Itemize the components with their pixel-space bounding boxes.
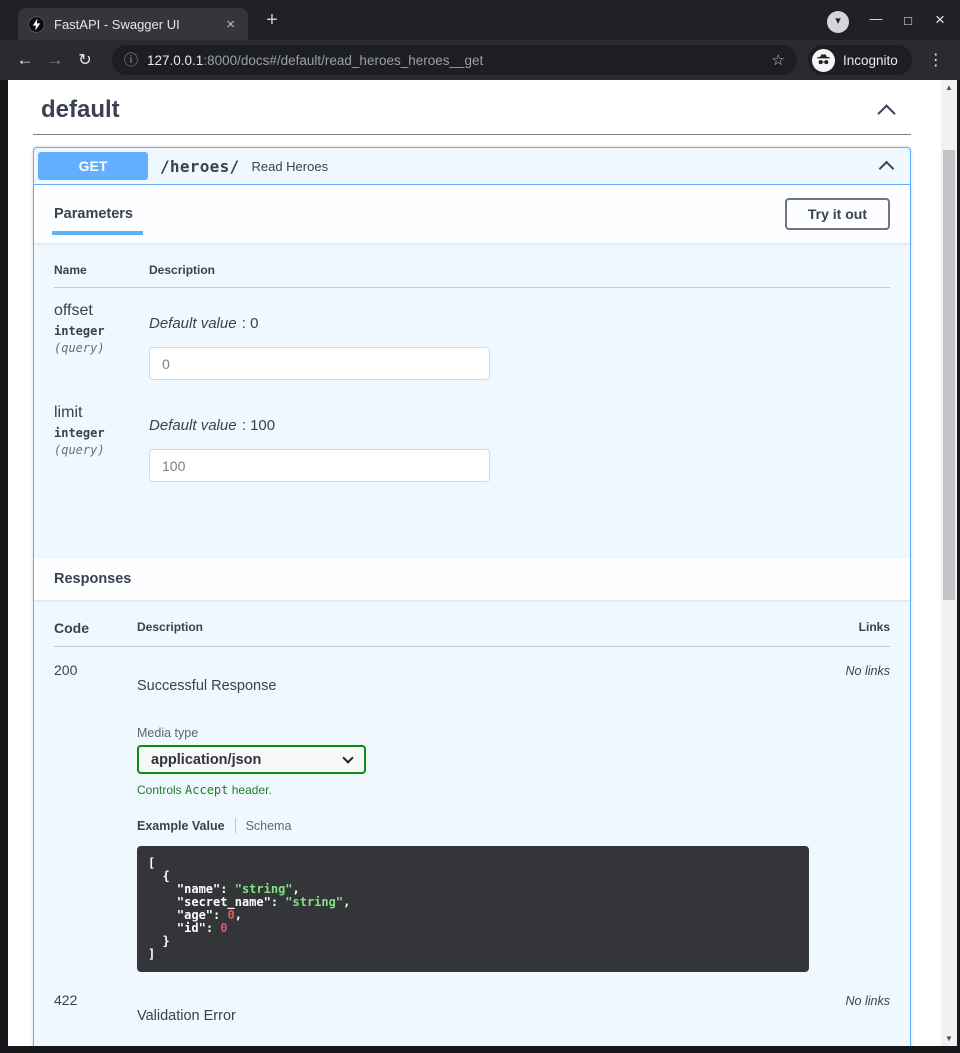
column-header-name: Name [54,263,149,277]
new-tab-button[interactable]: + [260,9,284,33]
default-value-number: : 100 [238,417,276,434]
chevron-down-icon [342,752,353,763]
page-scrollbar[interactable]: ▲ ▼ [941,80,957,1046]
parameter-name: offset [54,302,149,320]
reload-button[interactable]: ↻ [70,50,100,70]
http-method-badge: GET [38,152,148,180]
parameter-name: limit [54,404,149,422]
tab-search-button[interactable]: ▾ [827,11,849,33]
tag-divider [33,134,911,135]
accept-note-suffix: header. [228,783,271,797]
response-links: No links [818,662,890,972]
response-links: No links [818,992,890,1024]
scrollbar-thumb[interactable] [943,150,955,600]
column-header-links: Links [818,620,890,636]
parameter-type: integer [54,426,149,440]
tab-title: FastAPI - Swagger UI [54,17,223,32]
parameter-type: integer [54,324,149,338]
scroll-down-arrow-icon[interactable]: ▼ [941,1034,957,1043]
url-text[interactable]: 127.0.0.1:8000/docs#/default/read_heroes… [147,53,764,68]
tag-title: default [41,96,120,124]
bookmark-star-icon[interactable]: ☆ [772,51,785,69]
parameter-default-text: Default value : 0 [149,315,490,332]
response-description: Validation Error [137,1008,818,1024]
responses-table: Code Description Links 200 Successful Re… [34,600,910,1046]
parameters-title: Parameters [54,206,133,222]
parameter-row-limit: limit integer (query) Default value : 10… [54,390,890,482]
default-value-label: Default value [149,315,237,332]
incognito-badge: Incognito [808,45,912,75]
offset-input[interactable] [149,347,490,380]
column-header-code: Code [54,620,137,636]
tab-separator [235,818,236,833]
back-button[interactable]: ← [10,50,40,70]
accept-note-code: Accept [185,783,228,797]
default-value-label: Default value [149,417,237,434]
column-header-description: Description [137,620,818,636]
tab-close-icon[interactable]: × [223,16,238,33]
response-code: 200 [54,662,137,972]
responses-title: Responses [54,571,131,587]
accept-note-prefix: Controls [137,783,185,797]
parameters-header: Parameters Try it out [34,185,910,243]
tag-section-header[interactable]: default [33,80,911,124]
media-type-value: application/json [151,752,344,768]
responses-header: Responses [34,558,910,600]
window-maximize-button[interactable]: □ [896,10,920,32]
default-value-number: : 0 [238,315,259,332]
opblock-get-heroes: GET /heroes/ Read Heroes Parameters Try … [33,147,911,1046]
parameters-table: Name Description offset integer (query) … [34,243,910,558]
example-json-code-block[interactable]: [ { "name": "string", "secret_name": "st… [137,846,809,972]
parameter-location: (query) [54,443,149,457]
tab-schema[interactable]: Schema [246,819,292,833]
parameter-location: (query) [54,341,149,355]
browser-tab[interactable]: FastAPI - Swagger UI × [18,8,248,40]
column-header-description: Description [149,263,215,277]
response-row-200: 200 Successful Response Media type appli… [54,647,890,972]
collapse-operation-chevron-icon[interactable] [879,160,895,176]
window-close-button[interactable]: × [928,10,952,32]
response-row-422: 422 Validation Error No links [54,972,890,1024]
forward-button[interactable]: → [40,50,70,70]
fastapi-favicon-icon [28,16,45,33]
example-schema-tabs: Example Value Schema [137,818,818,833]
operation-summary[interactable]: GET /heroes/ Read Heroes [34,148,910,185]
parameter-row-offset: offset integer (query) Default value : 0 [54,288,890,380]
browser-menu-icon[interactable]: ⋮ [924,50,948,70]
browser-toolbar: ← → ↻ ⓘ 127.0.0.1:8000/docs#/default/rea… [0,40,960,80]
accept-header-note: Controls Accept header. [137,783,818,797]
tab-example-value[interactable]: Example Value [137,819,225,833]
response-description: Successful Response [137,678,818,694]
media-type-select[interactable]: application/json [137,745,366,774]
collapse-tag-chevron-icon[interactable] [877,104,895,122]
incognito-icon [812,49,835,72]
url-host: 127.0.0.1 [147,53,203,68]
response-code: 422 [54,992,137,1024]
try-it-out-button[interactable]: Try it out [785,198,890,230]
scroll-up-arrow-icon[interactable]: ▲ [941,83,957,92]
url-path: :8000/docs#/default/read_heroes_heroes__… [203,53,483,68]
swagger-page: default GET /heroes/ Read Heroes Paramet… [8,80,941,1046]
browser-tabbar: FastAPI - Swagger UI × + ▾ — □ × [0,0,960,40]
operation-summary-text: Read Heroes [251,159,881,174]
page-info-icon[interactable]: ⓘ [124,50,138,70]
parameter-default-text: Default value : 100 [149,417,490,434]
media-type-label: Media type [137,726,818,740]
limit-input[interactable] [149,449,490,482]
incognito-label: Incognito [843,53,898,68]
address-bar[interactable]: ⓘ 127.0.0.1:8000/docs#/default/read_hero… [112,45,797,75]
operation-path: /heroes/ [160,157,239,176]
window-minimize-button[interactable]: — [864,10,888,32]
